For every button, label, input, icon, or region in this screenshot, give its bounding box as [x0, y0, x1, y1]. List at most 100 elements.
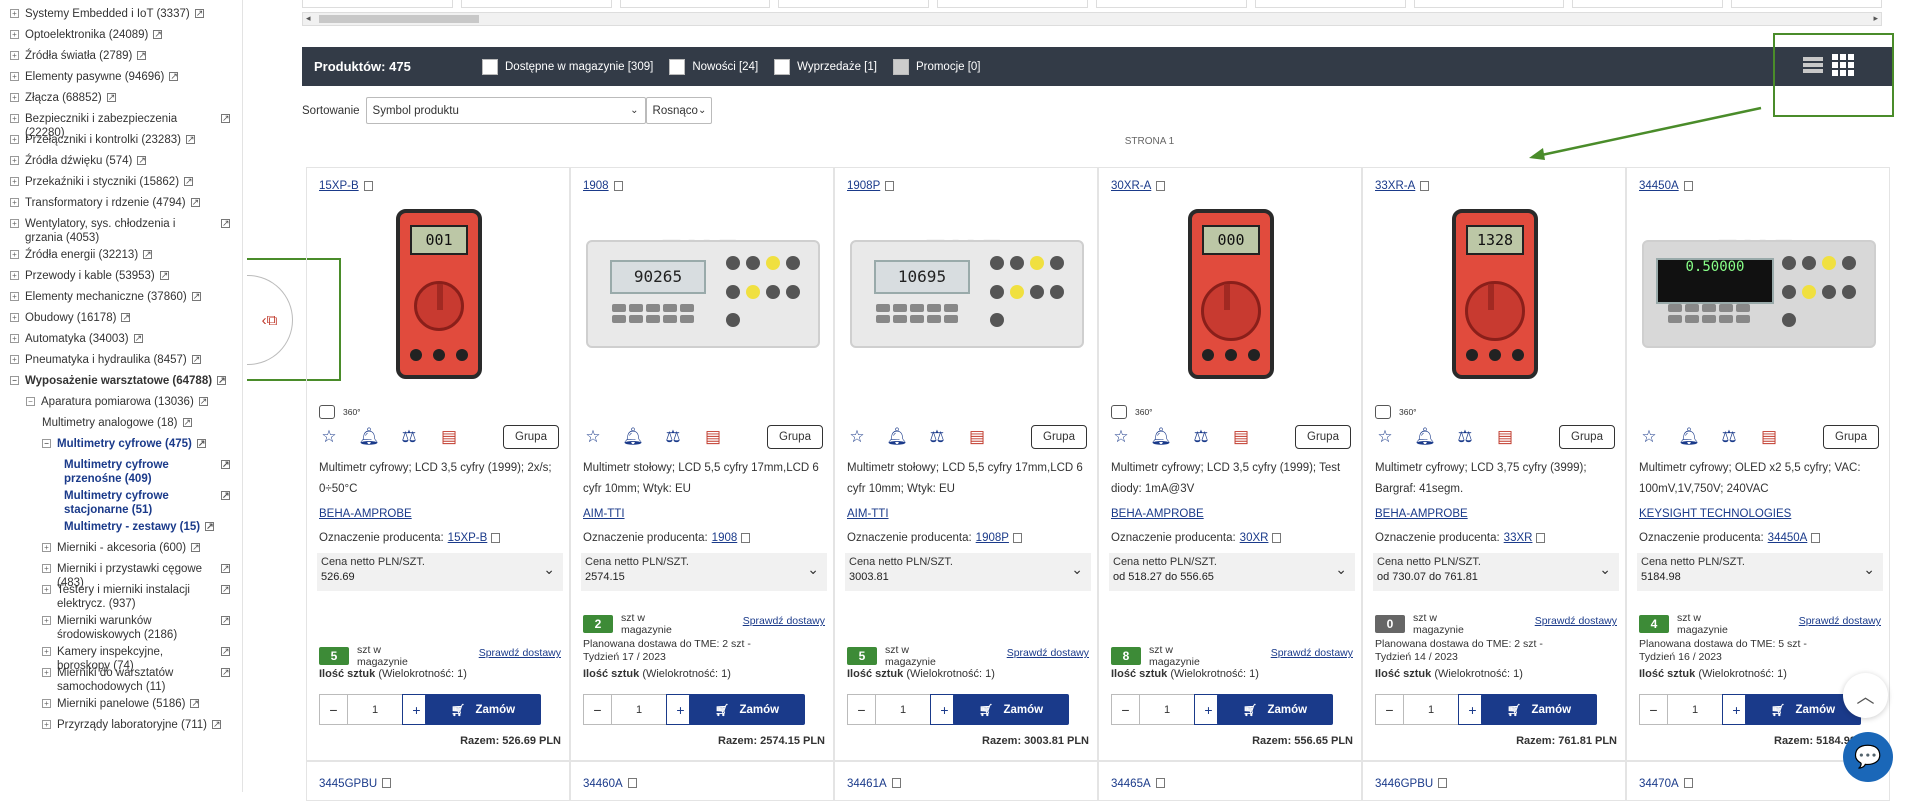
copy-icon[interactable] [1155, 778, 1165, 788]
sidebar-scrollbar[interactable] [242, 0, 243, 480]
manufacturer-code-link[interactable]: 1908 [712, 532, 738, 544]
sidebar-category-item[interactable]: + Przełączniki i kontrolki (23283) ↗ [0, 133, 240, 147]
price-box[interactable]: Cena netto PLN/SZT. 526.69 ⌄ [317, 553, 563, 591]
expand-icon[interactable]: + [10, 51, 19, 60]
product-symbol[interactable]: 34461A [847, 778, 887, 790]
expand-icon[interactable]: + [10, 9, 19, 18]
quantity-input[interactable]: 1 [348, 694, 402, 725]
chevron-down-icon[interactable]: ⌄ [1599, 561, 1611, 578]
manufacturer-code-link[interactable]: 33XR [1504, 532, 1533, 544]
external-link-icon[interactable]: ↗ [182, 418, 192, 427]
external-link-icon[interactable]: ↗ [184, 177, 194, 186]
pdf-datasheet-icon[interactable]: ▤ [703, 427, 723, 447]
copy-icon[interactable] [491, 533, 501, 543]
expand-icon[interactable]: + [10, 219, 19, 228]
filter-in-stock[interactable]: Dostępne w magazynie [309] [482, 58, 653, 75]
external-link-icon[interactable]: ↗ [221, 219, 230, 228]
copy-icon[interactable] [741, 533, 751, 543]
product-image[interactable]: 90265 [586, 240, 820, 348]
sort-order-select[interactable]: Rosnąco ⌄ [645, 97, 712, 124]
external-link-icon[interactable]: ↗ [143, 250, 153, 259]
check-delivery-link[interactable]: Sprawdź dostawy [479, 647, 561, 659]
manufacturer-link[interactable]: BEHA-AMPROBE [1375, 508, 1468, 520]
decrease-button[interactable]: − [1639, 694, 1668, 725]
external-link-icon[interactable]: ↗ [106, 93, 116, 102]
quantity-input[interactable]: 1 [876, 694, 930, 725]
copy-icon[interactable] [891, 778, 901, 788]
chevron-down-icon[interactable]: ⌄ [1863, 561, 1875, 578]
scroll-thumb[interactable] [319, 15, 479, 23]
expand-icon[interactable]: + [10, 313, 19, 322]
external-link-icon[interactable]: ↗ [221, 585, 230, 594]
decrease-button[interactable]: − [319, 694, 348, 725]
chevron-down-icon[interactable]: ⌄ [543, 561, 555, 578]
expand-icon[interactable]: + [10, 93, 19, 102]
product-symbol-link[interactable]: 34450A [1639, 180, 1693, 192]
favorite-star-icon[interactable]: ☆ [1375, 427, 1395, 447]
group-button[interactable]: Grupa [1823, 425, 1879, 449]
expand-icon[interactable]: + [10, 114, 19, 123]
external-link-icon[interactable]: ↗ [221, 114, 230, 123]
scroll-right-icon[interactable]: ▸ [1873, 13, 1878, 24]
sidebar-category-item[interactable]: Multimetry cyfrowe przenośne (409) ↗ [0, 458, 240, 486]
decrease-button[interactable]: − [583, 694, 612, 725]
product-symbol-link[interactable]: 1908P [847, 180, 895, 192]
quantity-input[interactable]: 1 [612, 694, 666, 725]
price-box[interactable]: Cena netto PLN/SZT. 2574.15 ⌄ [581, 553, 827, 591]
copy-icon[interactable] [885, 181, 895, 191]
copy-icon[interactable] [1272, 533, 1282, 543]
pdf-datasheet-icon[interactable]: ▤ [967, 427, 987, 447]
manufacturer-code-link[interactable]: 34450A [1768, 532, 1808, 544]
product-symbol-link[interactable]: 15XP-B [319, 180, 373, 192]
sidebar-category-item[interactable]: + Przewody i kable (53953) ↗ [0, 269, 240, 283]
external-link-icon[interactable]: ↗ [169, 72, 179, 81]
compare-scale-icon[interactable]: ⚖ [663, 427, 683, 447]
external-link-icon[interactable]: ↗ [221, 491, 230, 500]
decrease-button[interactable]: − [1111, 694, 1140, 725]
group-button[interactable]: Grupa [1559, 425, 1615, 449]
product-symbol-link[interactable]: 30XR-A [1111, 180, 1166, 192]
expand-icon[interactable]: + [10, 355, 19, 364]
notification-bell-icon[interactable]: 🔔︎ [886, 427, 908, 447]
copy-icon[interactable] [627, 778, 637, 788]
notification-bell-icon[interactable]: 🔔︎ [1678, 427, 1700, 447]
sidebar-category-item[interactable]: + Źródła energii (32213) ↗ [0, 248, 240, 262]
checkbox[interactable] [774, 58, 791, 75]
sidebar-category-item[interactable]: + Mierniki - akcesoria (600) ↗ [0, 541, 240, 555]
external-link-icon[interactable]: ↗ [221, 647, 230, 656]
filter-sale[interactable]: Wyprzedaże [1] [774, 58, 877, 75]
expand-icon[interactable]: + [10, 177, 19, 186]
chevron-down-icon[interactable]: ⌄ [1335, 561, 1347, 578]
copy-icon[interactable] [1012, 533, 1022, 543]
product-symbol[interactable]: 3446GPBU [1375, 778, 1433, 790]
check-delivery-link[interactable]: Sprawdź dostawy [1535, 615, 1617, 627]
favorite-star-icon[interactable]: ☆ [847, 427, 867, 447]
sidebar-category-item[interactable]: + Źródła światła (2789) ↗ [0, 49, 240, 63]
check-delivery-link[interactable]: Sprawdź dostawy [1007, 647, 1089, 659]
external-link-icon[interactable]: ↗ [191, 543, 201, 552]
chat-button[interactable]: 💬 [1843, 732, 1893, 782]
quantity-input[interactable]: 1 [1668, 694, 1722, 725]
pdf-datasheet-icon[interactable]: ▤ [1495, 427, 1515, 447]
manufacturer-link[interactable]: AIM-TTI [583, 508, 625, 520]
sidebar-category-item[interactable]: − Aparatura pomiarowa (13036) ↗ [0, 395, 240, 409]
sidebar-category-item[interactable]: + Wentylatory, sys. chłodzenia i grzania … [0, 217, 240, 245]
pdf-datasheet-icon[interactable]: ▤ [1231, 427, 1251, 447]
sidebar-category-item[interactable]: + Optoelektronika (24089) ↗ [0, 28, 240, 42]
sidebar-category-item[interactable]: − Multimetry cyfrowe (475) ↗ [0, 437, 240, 451]
order-button[interactable]: 🛒︎ Zamów [425, 694, 541, 725]
sidebar-category-item[interactable]: − Wyposażenie warsztatowe (64788) ↗ [0, 374, 240, 388]
notification-bell-icon[interactable]: 🔔︎ [1414, 427, 1436, 447]
check-delivery-link[interactable]: Sprawdź dostawy [1799, 615, 1881, 627]
group-button[interactable]: Grupa [767, 425, 823, 449]
manufacturer-link[interactable]: BEHA-AMPROBE [1111, 508, 1204, 520]
pdf-datasheet-icon[interactable]: ▤ [1759, 427, 1779, 447]
copy-icon[interactable] [1438, 778, 1448, 788]
scroll-to-top-button[interactable]: ︿ [1843, 673, 1888, 718]
checkbox[interactable] [482, 58, 498, 75]
expand-icon[interactable]: + [42, 543, 51, 552]
checkbox[interactable] [892, 58, 909, 75]
sidebar-category-item[interactable]: + Transformatory i rdzenie (4794) ↗ [0, 196, 240, 210]
scroll-left-icon[interactable]: ◂ [306, 13, 311, 24]
favorite-star-icon[interactable]: ☆ [1639, 427, 1659, 447]
